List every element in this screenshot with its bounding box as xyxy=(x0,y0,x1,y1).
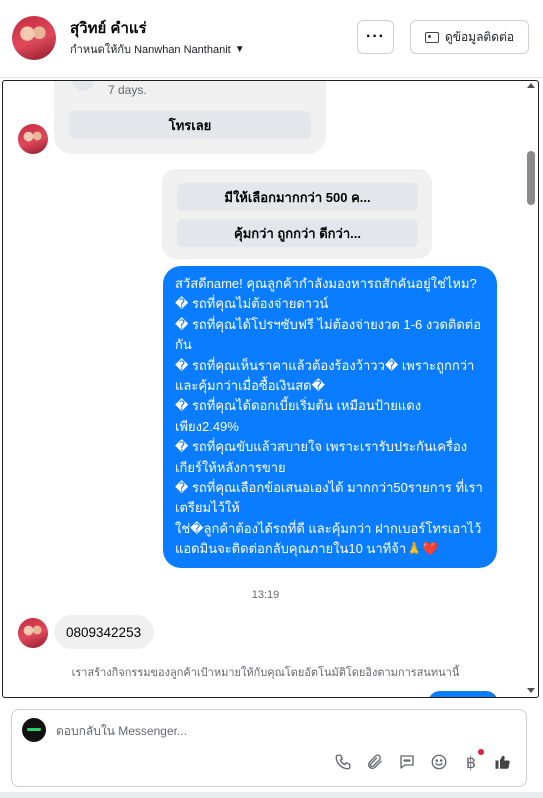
notification-dot xyxy=(478,749,484,755)
conversation-header: สุวิทย์ คำแร่ กำหนดให้กับ Nanwhan Nantha… xyxy=(0,0,543,78)
scroll-thumb[interactable] xyxy=(527,151,535,205)
contact-avatar-small xyxy=(18,124,48,154)
received-message-bubble[interactable]: 0809342253 xyxy=(54,615,154,649)
reply-composer: ฿ xyxy=(11,709,527,787)
view-contact-info-button[interactable]: ดูข้อมูลติดต่อ xyxy=(410,20,529,54)
message-thread[interactable]: 7 days. โทรเลย มีให้เลือกมากกว่า 500 ค..… xyxy=(2,80,539,698)
thread-scrollbar[interactable] xyxy=(524,81,538,697)
sent-message-bubble-partial xyxy=(428,691,498,697)
more-options-button[interactable]: ··· xyxy=(357,20,394,54)
paperclip-icon[interactable] xyxy=(366,753,384,771)
emoji-icon[interactable] xyxy=(430,753,448,771)
call-now-button[interactable]: โทรเลย xyxy=(69,111,311,139)
baht-icon[interactable]: ฿ xyxy=(462,749,484,772)
card-caption: 7 days. xyxy=(108,83,147,97)
caret-down-icon: ▼ xyxy=(234,43,245,55)
quick-reply-button[interactable]: มีให้เลือกมากกว่า 500 ค... xyxy=(177,183,418,211)
assignee-label: กำหนดให้กับ Nanwhan Nanthanit xyxy=(70,44,231,56)
card-image-placeholder xyxy=(72,81,94,91)
saved-replies-icon[interactable] xyxy=(398,753,416,771)
assignee-selector[interactable]: กำหนดให้กับ Nanwhan Nanthanit ▼ xyxy=(70,40,245,58)
view-contact-info-label: ดูข้อมูลติดต่อ xyxy=(444,29,515,44)
contact-avatar[interactable] xyxy=(12,16,56,60)
scroll-up-arrow-icon[interactable] xyxy=(527,83,535,88)
quick-reply-card: มีให้เลือกมากกว่า 500 ค... คุ้มกว่า ถูกก… xyxy=(162,169,432,259)
system-notice: เราสร้างกิจกรรมของลูกค้าเป้าหมายให้กับคุ… xyxy=(71,667,460,679)
reply-input[interactable] xyxy=(56,722,496,740)
sent-message-bubble[interactable]: สวัสดีname! คุณลูกค้ากำลังมองหารถสักคันอ… xyxy=(163,266,497,568)
contact-name[interactable]: สุวิทย์ คำแร่ xyxy=(70,16,147,40)
like-icon[interactable] xyxy=(494,753,512,771)
quick-reply-button[interactable]: คุ้มกว่า ถูกกว่า ดีกว่า... xyxy=(177,219,418,247)
template-card: 7 days. โทรเลย xyxy=(54,81,326,154)
window-bottom-edge xyxy=(0,792,543,798)
page-avatar xyxy=(22,718,46,742)
scroll-down-arrow-icon[interactable] xyxy=(527,688,535,693)
message-timestamp: 13:19 xyxy=(251,589,280,601)
phone-icon[interactable] xyxy=(334,753,352,771)
contact-card-icon xyxy=(424,31,439,43)
composer-toolbar: ฿ xyxy=(334,749,512,772)
contact-avatar-small xyxy=(18,618,48,648)
